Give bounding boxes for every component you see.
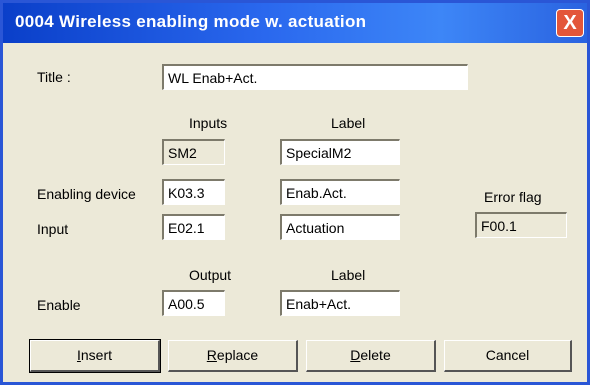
error-flag-field[interactable]: F00.1 <box>475 212 567 238</box>
inputs-header: Inputs <box>189 115 228 131</box>
close-button[interactable]: X <box>556 9 584 37</box>
title-label: Title : <box>37 69 71 85</box>
label-header: Label <box>331 115 366 131</box>
title-bar: 0004 Wireless enabling mode w. actuation… <box>3 3 587 43</box>
enabling-device-label-field[interactable]: Enab.Act. <box>280 179 400 205</box>
input-label-field[interactable]: Actuation <box>280 214 400 240</box>
replace-label: eplace <box>216 347 259 363</box>
error-flag-header: Error flag <box>484 189 542 205</box>
close-icon: X <box>563 12 577 34</box>
enable-output-field[interactable]: A00.5 <box>162 290 225 316</box>
delete-label: elete <box>360 347 391 363</box>
enable-label: Enable <box>37 297 81 313</box>
insert-label: nsert <box>80 347 112 363</box>
delete-button[interactable]: Delete <box>306 340 436 372</box>
input-field[interactable]: E02.1 <box>162 214 225 240</box>
dialog-window: 0004 Wireless enabling mode w. actuation… <box>0 0 590 385</box>
replace-button[interactable]: Replace <box>168 340 298 372</box>
cancel-button[interactable]: Cancel <box>444 340 572 372</box>
insert-button[interactable]: Insert <box>29 339 161 373</box>
input-row-label: Input <box>37 221 69 237</box>
window-title: 0004 Wireless enabling mode w. actuation <box>15 12 367 31</box>
delete-mnemonic: D <box>350 347 361 363</box>
title-input[interactable]: WL Enab+Act. <box>162 64 468 90</box>
enabling-device-input[interactable]: K03.3 <box>162 179 225 205</box>
sm-label-field[interactable]: SpecialM2 <box>280 139 400 165</box>
enabling-device-label: Enabling device <box>37 186 136 202</box>
output-label-header: Label <box>331 267 366 283</box>
enable-label-field[interactable]: Enab+Act. <box>280 290 400 316</box>
sm-input-field[interactable]: SM2 <box>162 139 225 165</box>
replace-mnemonic: R <box>206 347 217 363</box>
output-header: Output <box>189 267 232 283</box>
